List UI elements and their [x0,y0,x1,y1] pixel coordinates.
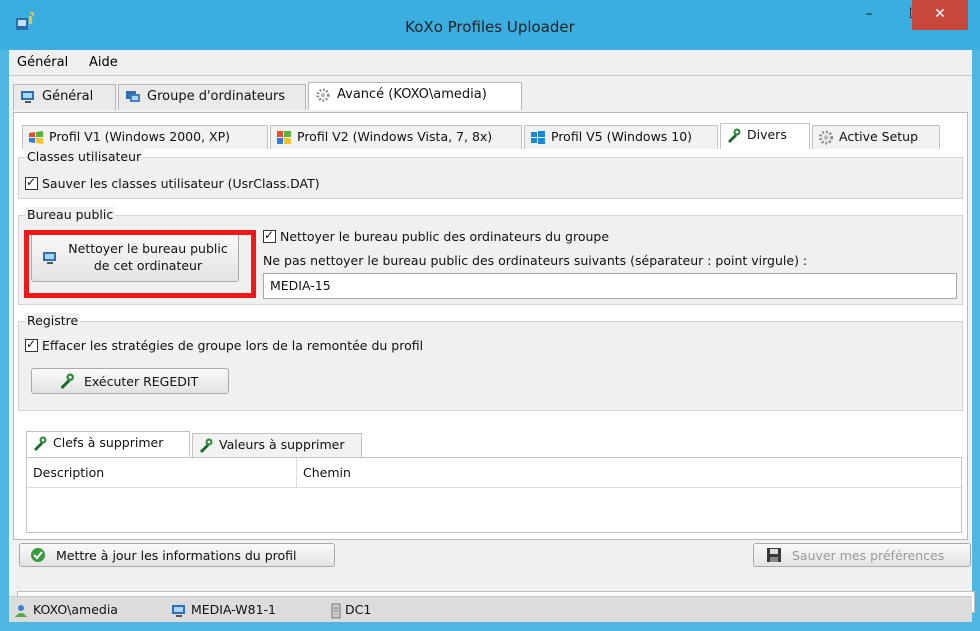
clear-gpo-checkbox[interactable] [25,337,38,352]
clear-gpo-label: Effacer les stratégies de groupe lors de… [42,338,424,353]
tab-general[interactable]: Général [13,84,116,110]
window-title: KoXo Profiles Uploader [405,18,575,36]
tools-icon [200,438,213,453]
computer-icon [172,604,185,617]
group-registre: Registre Effacer les stratégies de group… [18,313,963,411]
tab-valeurs-supprimer[interactable]: Valeurs à supprimer [192,433,362,457]
check-circle-icon [31,548,45,562]
minimize-button[interactable]: – [846,0,892,30]
status-server: DC1 [331,602,371,619]
menu-aide[interactable]: Aide [89,55,118,70]
update-profile-button[interactable]: Mettre à jour les informations du profil [19,543,335,567]
title-bar[interactable]: KoXo Profiles Uploader – ☐ ✕ [0,0,980,50]
tab-active-setup-label: Active Setup [839,129,919,144]
exclude-label: Ne pas nettoyer le bureau public des ord… [263,253,808,268]
tools-icon [34,436,47,451]
status-computer-text: MEDIA-W81-1 [191,602,277,617]
save-usrclass-label: Sauver les classes utilisateur (UsrClass… [42,176,320,191]
server-icon [331,603,341,618]
save-preferences-button[interactable]: Sauver mes préférences [753,543,971,567]
run-regedit-button[interactable]: Exécuter REGEDIT [31,368,229,394]
group-registre-title: Registre [25,313,81,328]
tab-divers[interactable]: Divers [720,123,810,149]
group-bureau-title: Bureau public [25,207,116,222]
column-description[interactable]: Description [27,458,297,488]
tab-active-setup[interactable]: Active Setup [812,125,940,149]
status-computer: MEDIA-W81-1 [171,602,276,618]
windows-10-icon [531,131,545,144]
status-bar: KOXO\amedia MEDIA-W81-1 DC1 [9,596,972,622]
group-classes-utilisateur: Classes utilisateur Sauver les classes u… [18,149,963,199]
computers-icon [126,91,140,102]
user-icon [15,604,27,617]
clean-group-checkbox[interactable] [263,228,276,243]
menu-bar: Général Aide [9,50,972,76]
tab-avance[interactable]: Avancé (KOXO\amedia) [308,82,522,110]
tab-clefs-supprimer[interactable]: Clefs à supprimer [26,431,190,457]
tab-general-label: Général [42,89,94,104]
tab-avance-label: Avancé (KOXO\amedia) [337,87,487,102]
tab-valeurs-label: Valeurs à supprimer [219,437,345,452]
run-regedit-label: Exécuter REGEDIT [84,374,199,389]
client-area: Général Groupe d'ordinateurs Avancé (KOX… [9,76,975,622]
clean-group-label: Nettoyer le bureau public des ordinateur… [280,229,610,244]
exclude-computers-input[interactable]: MEDIA-15 [263,273,957,299]
highlight-box [24,230,256,298]
tab-groupe-ordinateurs[interactable]: Groupe d'ordinateurs [118,84,306,110]
tab-divers-label: Divers [747,127,787,142]
tab-profil-v2[interactable]: Profil V2 (Windows Vista, 7, 8x) [270,125,522,149]
tab-clefs-label: Clefs à supprimer [53,435,164,450]
tools-icon [60,373,74,389]
close-button[interactable]: ✕ [912,0,968,30]
tab-profil-v1[interactable]: Profil V1 (Windows 2000, XP) [22,125,268,149]
update-profile-label: Mettre à jour les informations du profil [56,548,297,563]
tab-groupe-ordinateurs-label: Groupe d'ordinateurs [147,89,286,104]
column-chemin[interactable]: Chemin [297,458,961,488]
windows-7-icon [277,131,291,144]
gear-icon [316,88,330,102]
computer-icon [21,91,34,103]
tab-profil-v2-label: Profil V2 (Windows Vista, 7, 8x) [297,129,493,144]
group-classes-title: Classes utilisateur [25,149,144,164]
menu-general[interactable]: Général [17,55,68,70]
app-window: KoXo Profiles Uploader – ☐ ✕ Général Aid… [0,0,980,631]
save-usrclass-checkbox[interactable] [25,175,38,190]
save-icon [767,548,781,562]
gear-icon [818,130,834,145]
keys-table[interactable]: Description Chemin [26,457,962,533]
save-preferences-label: Sauver mes préférences [792,548,945,563]
tab-profil-v5-label: Profil V5 (Windows 10) [551,129,693,144]
windows-xp-icon [29,131,43,144]
advanced-panel: Profil V1 (Windows 2000, XP) Profil V2 (… [13,112,968,540]
status-server-text: DC1 [345,602,372,617]
status-user: KOXO\amedia [13,602,118,618]
tab-profil-v5[interactable]: Profil V5 (Windows 10) [524,125,718,149]
tools-icon [728,128,741,143]
status-user-text: KOXO\amedia [33,602,118,617]
tab-profil-v1-label: Profil V1 (Windows 2000, XP) [49,129,231,144]
